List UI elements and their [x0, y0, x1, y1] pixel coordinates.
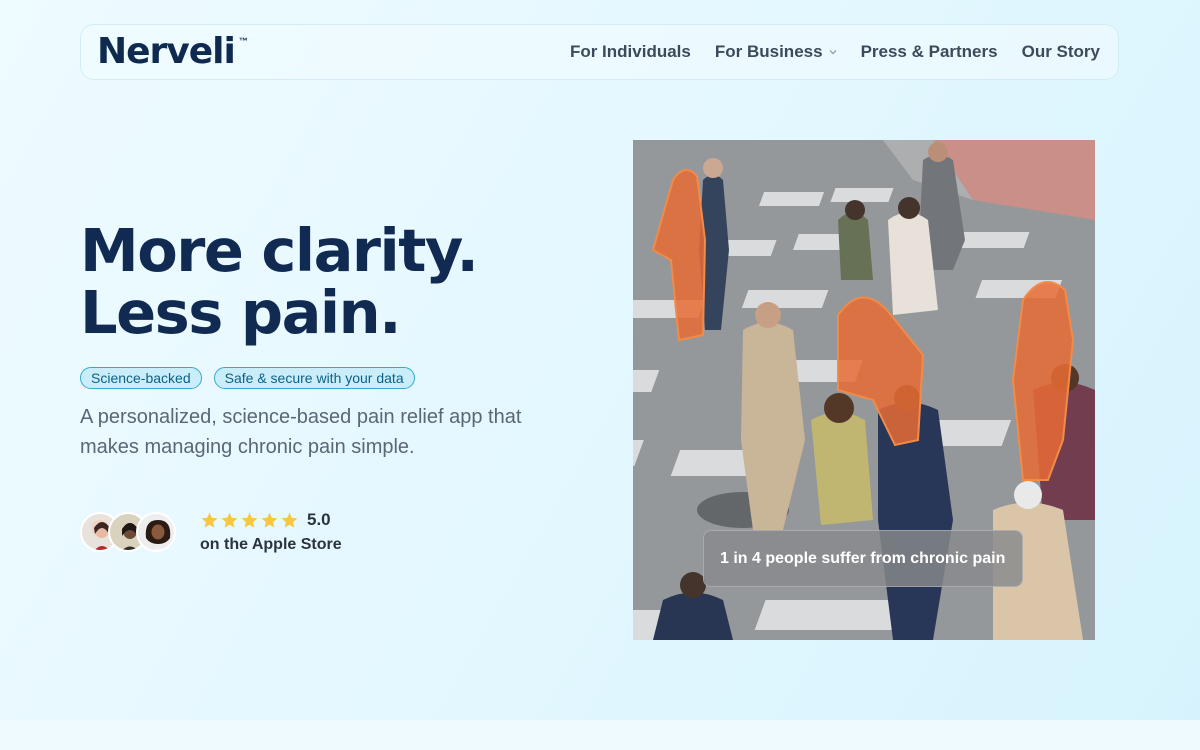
hero-title: More clarity. Less pain. — [80, 216, 479, 347]
rating-source: on the Apple Store — [200, 536, 342, 553]
top-navbar: Nerveli ™ For Individuals For Business P… — [80, 24, 1119, 80]
star-icon — [221, 512, 238, 528]
nav-for-individuals[interactable]: For Individuals — [570, 42, 691, 62]
nav-for-business[interactable]: For Business — [715, 42, 837, 62]
nav-press-partners[interactable]: Press & Partners — [861, 42, 998, 62]
brand-logo[interactable]: Nerveli ™ — [97, 34, 248, 70]
avatar — [136, 512, 176, 552]
app-rating: 5.0 on the Apple Store — [80, 510, 342, 554]
star-rating — [200, 511, 299, 530]
nav-our-story[interactable]: Our Story — [1022, 42, 1100, 62]
nav-links: For Individuals For Business Press & Par… — [570, 42, 1100, 62]
hero-subtitle: A personalized, science-based pain relie… — [80, 406, 522, 458]
star-icon — [201, 512, 218, 528]
next-section-edge — [0, 720, 1200, 750]
badge-safe-secure: Safe & secure with your data — [213, 367, 415, 389]
rating-info: 5.0 on the Apple Store — [200, 510, 342, 554]
star-icon — [261, 512, 278, 528]
badge-science-backed: Science-backed — [80, 367, 202, 389]
star-icon — [281, 512, 298, 528]
hero-title-line-1: More clarity. — [80, 216, 479, 285]
user-avatars — [80, 512, 176, 552]
hero-title-line-2: Less pain. — [80, 278, 402, 347]
hero-image: 1 in 4 people suffer from chronic pain — [633, 140, 1095, 640]
nav-for-business-label: For Business — [714, 42, 823, 61]
brand-name: Nerveli — [97, 31, 236, 72]
stars-row: 5.0 — [200, 510, 342, 530]
image-caption: 1 in 4 people suffer from chronic pain — [703, 530, 1023, 587]
trademark-symbol: ™ — [238, 36, 248, 46]
hero-badges: Science-backed Safe & secure with your d… — [80, 367, 415, 389]
chevron-down-icon — [829, 50, 836, 55]
rating-score: 5.0 — [307, 510, 331, 529]
star-icon — [241, 512, 258, 528]
